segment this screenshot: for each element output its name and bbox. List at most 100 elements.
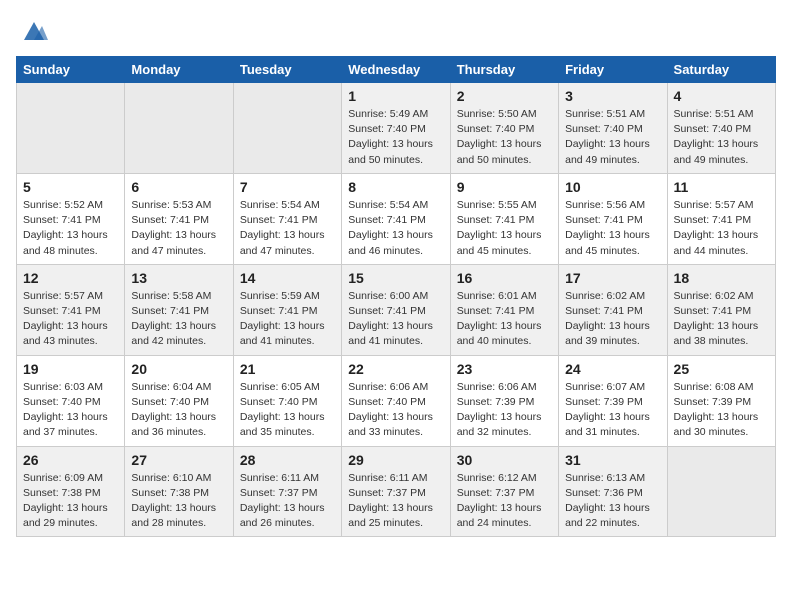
day-info: Sunrise: 5:54 AM Sunset: 7:41 PM Dayligh… [348, 198, 443, 259]
calendar-cell: 4Sunrise: 5:51 AM Sunset: 7:40 PM Daylig… [667, 83, 775, 174]
day-number: 7 [240, 179, 335, 195]
day-info: Sunrise: 5:55 AM Sunset: 7:41 PM Dayligh… [457, 198, 552, 259]
calendar-week-row: 26 Sunrise: 6:09 AM Sunset: 7:38 PM Dayli… [17, 446, 776, 537]
day-info: Sunrise: 5:52 AM Sunset: 7:41 PM Dayligh… [23, 198, 118, 259]
day-info: Sunrise: 5:54 AM Sunset: 7:41 PM Dayligh… [240, 198, 335, 259]
weekday-header-friday: Friday [559, 57, 667, 83]
day-number: 27 [131, 452, 226, 468]
day-info: Sunrise: 6:00 AM Sunset: 7:41 PM Dayligh… [348, 289, 443, 350]
day-info: Sunrise: 5:57 AM Sunset: 7:41 PM Dayligh… [23, 289, 118, 350]
calendar-cell [125, 83, 233, 174]
day-number: 30 [457, 452, 552, 468]
day-info: Sunrise: 5:56 AM Sunset: 7:41 PM Dayligh… [565, 198, 660, 259]
day-number: 14 [240, 270, 335, 286]
calendar-week-row: 12 Sunrise: 5:57 AM Sunset: 7:41 PM Dayli… [17, 264, 776, 355]
calendar-cell: 12 Sunrise: 5:57 AM Sunset: 7:41 PM Dayli… [17, 264, 125, 355]
day-number: 29 [348, 452, 443, 468]
day-info: Sunrise: 5:49 AM Sunset: 7:40 PM Dayligh… [348, 107, 443, 168]
day-info: Sunrise: 6:02 AM Sunset: 7:41 PM Dayligh… [674, 289, 769, 350]
day-info: Sunrise: 5:53 AM Sunset: 7:41 PM Dayligh… [131, 198, 226, 259]
calendar-cell: 25 Sunrise: 6:08 AM Sunset: 7:39 PM Dayli… [667, 355, 775, 446]
day-number: 24 [565, 361, 660, 377]
calendar-cell: 24 Sunrise: 6:07 AM Sunset: 7:39 PM Dayli… [559, 355, 667, 446]
day-number: 12 [23, 270, 118, 286]
calendar-cell: 31Sunrise: 6:13 AM Sunset: 7:36 PM Dayli… [559, 446, 667, 537]
calendar-cell [233, 83, 341, 174]
day-number: 20 [131, 361, 226, 377]
day-number: 17 [565, 270, 660, 286]
calendar-cell: 19 Sunrise: 6:03 AM Sunset: 7:40 PM Dayli… [17, 355, 125, 446]
day-number: 6 [131, 179, 226, 195]
calendar-cell: 5 Sunrise: 5:52 AM Sunset: 7:41 PM Daylig… [17, 173, 125, 264]
day-number: 3 [565, 88, 660, 104]
day-number: 21 [240, 361, 335, 377]
calendar-table: SundayMondayTuesdayWednesdayThursdayFrid… [16, 56, 776, 537]
calendar-cell: 3 Sunrise: 5:51 AM Sunset: 7:40 PM Daylig… [559, 83, 667, 174]
day-number: 4 [674, 88, 769, 104]
calendar-cell: 9 Sunrise: 5:55 AM Sunset: 7:41 PM Daylig… [450, 173, 558, 264]
calendar-cell: 21 Sunrise: 6:05 AM Sunset: 7:40 PM Dayli… [233, 355, 341, 446]
day-info: Sunrise: 6:11 AM Sunset: 7:37 PM Dayligh… [240, 471, 335, 532]
logo-icon [20, 16, 48, 44]
day-info: Sunrise: 6:04 AM Sunset: 7:40 PM Dayligh… [131, 380, 226, 441]
calendar-cell: 6 Sunrise: 5:53 AM Sunset: 7:41 PM Daylig… [125, 173, 233, 264]
calendar-week-row: 19 Sunrise: 6:03 AM Sunset: 7:40 PM Dayli… [17, 355, 776, 446]
day-info: Sunrise: 5:51 AM Sunset: 7:40 PM Dayligh… [565, 107, 660, 168]
weekday-header-tuesday: Tuesday [233, 57, 341, 83]
day-info: Sunrise: 6:10 AM Sunset: 7:38 PM Dayligh… [131, 471, 226, 532]
day-number: 1 [348, 88, 443, 104]
day-number: 22 [348, 361, 443, 377]
calendar-week-row: 1 Sunrise: 5:49 AM Sunset: 7:40 PM Daylig… [17, 83, 776, 174]
day-number: 19 [23, 361, 118, 377]
calendar-cell: 22 Sunrise: 6:06 AM Sunset: 7:40 PM Dayli… [342, 355, 450, 446]
day-info: Sunrise: 6:08 AM Sunset: 7:39 PM Dayligh… [674, 380, 769, 441]
calendar-cell: 17 Sunrise: 6:02 AM Sunset: 7:41 PM Dayli… [559, 264, 667, 355]
day-info: Sunrise: 6:11 AM Sunset: 7:37 PM Dayligh… [348, 471, 443, 532]
weekday-header-row: SundayMondayTuesdayWednesdayThursdayFrid… [17, 57, 776, 83]
day-number: 28 [240, 452, 335, 468]
day-number: 26 [23, 452, 118, 468]
calendar-cell: 29 Sunrise: 6:11 AM Sunset: 7:37 PM Dayli… [342, 446, 450, 537]
page-header [16, 16, 776, 44]
day-info: Sunrise: 6:07 AM Sunset: 7:39 PM Dayligh… [565, 380, 660, 441]
day-number: 2 [457, 88, 552, 104]
day-number: 11 [674, 179, 769, 195]
day-info: Sunrise: 5:50 AM Sunset: 7:40 PM Dayligh… [457, 107, 552, 168]
day-info: Sunrise: 6:05 AM Sunset: 7:40 PM Dayligh… [240, 380, 335, 441]
day-info: Sunrise: 6:09 AM Sunset: 7:38 PM Dayligh… [23, 471, 118, 532]
day-number: 13 [131, 270, 226, 286]
day-number: 5 [23, 179, 118, 195]
day-number: 8 [348, 179, 443, 195]
calendar-cell: 10 Sunrise: 5:56 AM Sunset: 7:41 PM Dayli… [559, 173, 667, 264]
weekday-header-thursday: Thursday [450, 57, 558, 83]
day-info: Sunrise: 5:57 AM Sunset: 7:41 PM Dayligh… [674, 198, 769, 259]
day-number: 16 [457, 270, 552, 286]
calendar-cell: 20 Sunrise: 6:04 AM Sunset: 7:40 PM Dayli… [125, 355, 233, 446]
weekday-header-monday: Monday [125, 57, 233, 83]
calendar-cell: 15Sunrise: 6:00 AM Sunset: 7:41 PM Dayli… [342, 264, 450, 355]
calendar-cell: 8 Sunrise: 5:54 AM Sunset: 7:41 PM Daylig… [342, 173, 450, 264]
calendar-cell: 30 Sunrise: 6:12 AM Sunset: 7:37 PM Dayli… [450, 446, 558, 537]
day-number: 31 [565, 452, 660, 468]
day-info: Sunrise: 6:02 AM Sunset: 7:41 PM Dayligh… [565, 289, 660, 350]
logo [16, 16, 48, 44]
day-number: 25 [674, 361, 769, 377]
calendar-cell: 13 Sunrise: 5:58 AM Sunset: 7:41 PM Dayli… [125, 264, 233, 355]
calendar-cell [667, 446, 775, 537]
day-info: Sunrise: 6:03 AM Sunset: 7:40 PM Dayligh… [23, 380, 118, 441]
day-info: Sunrise: 5:58 AM Sunset: 7:41 PM Dayligh… [131, 289, 226, 350]
weekday-header-saturday: Saturday [667, 57, 775, 83]
day-info: Sunrise: 6:06 AM Sunset: 7:40 PM Dayligh… [348, 380, 443, 441]
calendar-cell: 27 Sunrise: 6:10 AM Sunset: 7:38 PM Dayli… [125, 446, 233, 537]
calendar-cell: 14 Sunrise: 5:59 AM Sunset: 7:41 PM Dayli… [233, 264, 341, 355]
calendar-cell: 23Sunrise: 6:06 AM Sunset: 7:39 PM Dayli… [450, 355, 558, 446]
day-info: Sunrise: 6:12 AM Sunset: 7:37 PM Dayligh… [457, 471, 552, 532]
weekday-header-sunday: Sunday [17, 57, 125, 83]
day-info: Sunrise: 5:59 AM Sunset: 7:41 PM Dayligh… [240, 289, 335, 350]
calendar-cell: 28 Sunrise: 6:11 AM Sunset: 7:37 PM Dayli… [233, 446, 341, 537]
calendar-cell: 1 Sunrise: 5:49 AM Sunset: 7:40 PM Daylig… [342, 83, 450, 174]
day-number: 10 [565, 179, 660, 195]
day-number: 9 [457, 179, 552, 195]
calendar-cell: 16Sunrise: 6:01 AM Sunset: 7:41 PM Dayli… [450, 264, 558, 355]
calendar-cell: 2 Sunrise: 5:50 AM Sunset: 7:40 PM Daylig… [450, 83, 558, 174]
